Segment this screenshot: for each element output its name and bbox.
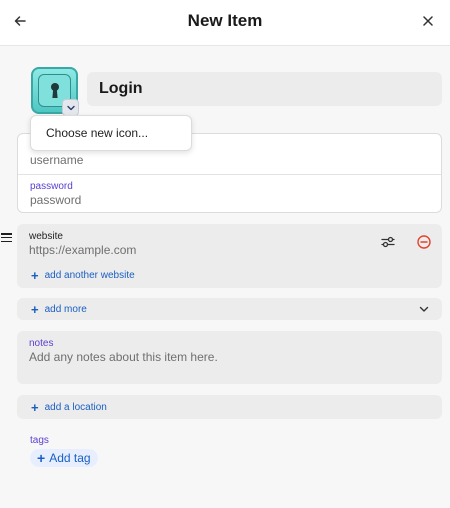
add-tag-button[interactable]: + Add tag xyxy=(30,449,98,467)
plus-icon: + xyxy=(31,301,39,317)
divider xyxy=(18,174,441,175)
add-more-section[interactable]: + add more xyxy=(17,298,442,320)
website-card: website https://example.com + add anothe… xyxy=(17,224,442,288)
username-field[interactable]: username xyxy=(30,153,83,167)
keyhole-icon xyxy=(51,83,59,98)
add-more-button[interactable]: + add more xyxy=(31,301,87,317)
item-title-field[interactable]: Login xyxy=(87,72,442,106)
password-field[interactable]: password xyxy=(30,193,81,207)
plus-icon: + xyxy=(37,450,46,466)
close-button[interactable] xyxy=(417,10,439,32)
notes-field[interactable]: Add any notes about this item here. xyxy=(29,350,218,364)
tags-label: tags xyxy=(30,435,49,446)
location-section[interactable]: + add a location xyxy=(17,395,442,419)
website-field[interactable]: https://example.com xyxy=(29,243,136,257)
plus-icon: + xyxy=(31,267,39,283)
add-location-button[interactable]: + add a location xyxy=(31,399,107,415)
close-icon xyxy=(423,16,433,26)
add-another-website-button[interactable]: + add another website xyxy=(31,267,135,283)
header: New Item xyxy=(0,0,450,46)
choose-icon-menu-item[interactable]: Choose new icon... xyxy=(30,115,192,151)
chevron-down-icon[interactable] xyxy=(418,303,430,315)
website-label: website xyxy=(29,231,63,242)
password-label: password xyxy=(30,181,73,192)
drag-handle-icon[interactable] xyxy=(1,233,12,244)
notes-section: notes Add any notes about this item here… xyxy=(17,331,442,384)
sliders-icon[interactable] xyxy=(380,234,396,250)
icon-dropdown-button[interactable] xyxy=(62,99,79,116)
remove-icon[interactable] xyxy=(416,234,432,250)
add-location-label: add a location xyxy=(44,402,107,413)
add-more-label: add more xyxy=(44,304,87,315)
add-another-website-label: add another website xyxy=(44,270,135,281)
plus-icon: + xyxy=(31,399,39,415)
chevron-down-icon xyxy=(66,105,75,110)
add-tag-label: Add tag xyxy=(49,451,91,465)
notes-label: notes xyxy=(29,338,54,349)
page-title: New Item xyxy=(187,11,263,30)
